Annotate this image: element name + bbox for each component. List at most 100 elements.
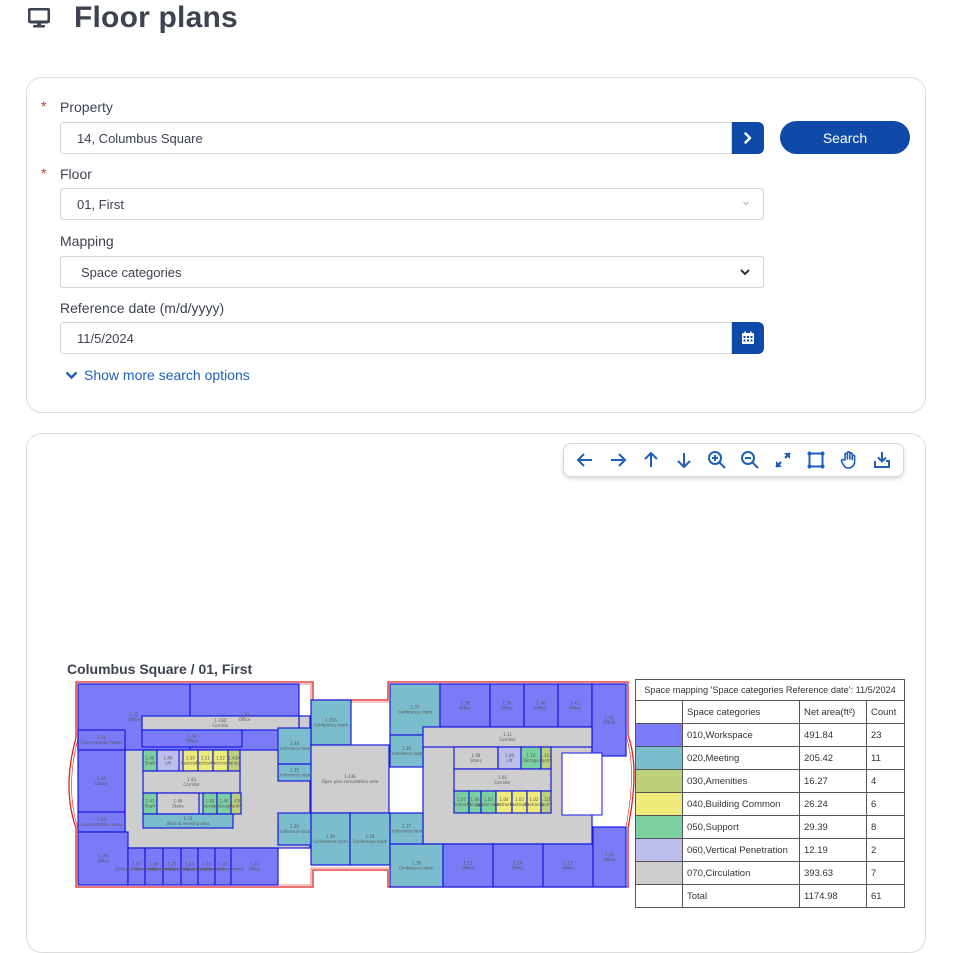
fit-view-button[interactable] [770, 447, 796, 473]
legend-count: 23 [866, 723, 905, 747]
legend-area: 393.63 [799, 861, 867, 885]
legend-caption: Space mapping 'Space categories Referenc… [635, 679, 905, 701]
legend-swatch [635, 746, 683, 770]
pan-right-button[interactable] [605, 447, 631, 473]
legend-count: 4 [866, 769, 905, 793]
chevron-right-icon [744, 132, 752, 144]
page-header: Floor plans [28, 0, 238, 36]
space-mapping-legend: Space mapping 'Space categories Referenc… [635, 679, 905, 908]
legend-category: 040,Building Common [682, 792, 800, 816]
legend-total-count: 61 [866, 884, 905, 908]
legend-swatch [635, 815, 683, 839]
legend-row: 050,Support 29.39 8 [635, 815, 905, 839]
reference-date-field[interactable]: 11/5/2024 [60, 322, 732, 354]
mapping-value: Space categories [81, 264, 182, 280]
room-name-label: Conference room [353, 839, 388, 844]
legend-total-row: Total 1174.98 61 [635, 884, 905, 908]
required-marker: * [41, 165, 47, 181]
room-name-label: Stairs [470, 758, 481, 763]
room-name-label: Stairs [172, 804, 183, 809]
legend-row: 040,Building Common 26.24 6 [635, 792, 905, 816]
download-icon [874, 452, 891, 468]
floor-label: Floor [60, 166, 92, 182]
room-name-label: Office [603, 720, 615, 725]
floor-value: 01, First [77, 196, 124, 212]
property-picker-button[interactable] [732, 122, 764, 154]
download-button[interactable] [869, 447, 895, 473]
select-area-button[interactable] [803, 447, 829, 473]
hand-icon [840, 451, 856, 469]
show-more-options-link[interactable]: Show more search options [65, 367, 250, 383]
room-name-label: Office [459, 706, 471, 711]
legend-row: 060,Vertical Penetration 12.19 2 [635, 838, 905, 862]
legend-swatch [635, 792, 683, 816]
legend-row: 070,Circulation 393.63 7 [635, 861, 905, 885]
room-name-label: Office [501, 706, 513, 711]
select-area-icon [807, 451, 825, 469]
chevron-down-icon [743, 201, 749, 206]
room-name-label: Pantry [228, 761, 241, 766]
legend-area: 205.42 [799, 746, 867, 770]
legend-swatch [635, 723, 683, 747]
floor-plan-title: Columbus Square / 01, First [67, 661, 253, 677]
pan-up-button[interactable] [638, 447, 664, 473]
legend-category: 010,Workspace [682, 723, 800, 747]
legend-header-category: Space categories [682, 700, 800, 724]
room-name-label: Office [186, 739, 198, 744]
legend-category: 070,Circulation [682, 861, 800, 885]
room-name-label: Corridor [499, 737, 516, 742]
room-name-label: Work & meeting area [167, 821, 210, 826]
room-name-label: Conference room [398, 710, 433, 715]
legend-area: 26.24 [799, 792, 867, 816]
date-picker-button[interactable] [732, 322, 764, 354]
pan-left-button[interactable] [572, 447, 598, 473]
legend-area: 491.84 [799, 723, 867, 747]
search-button[interactable]: Search [780, 121, 910, 154]
monitor-icon [28, 8, 50, 28]
legend-row: 020,Meeting 205.42 11 [635, 746, 905, 770]
property-field[interactable]: 14, Columbus Square [60, 122, 732, 154]
mapping-select[interactable]: Space categories [60, 256, 764, 288]
floor-plan-drawing[interactable]: 1.32Office1.33Office1.43DCorridor1.44Off… [65, 678, 635, 890]
legend-swatch-header [635, 700, 683, 724]
legend-total-area: 1174.98 [799, 884, 867, 908]
required-marker: * [41, 98, 47, 114]
legend-area: 29.39 [799, 815, 867, 839]
pan-down-button[interactable] [671, 447, 697, 473]
legend-row: 010,Workspace 491.84 23 [635, 723, 905, 747]
legend-row: 030,Amenities 16.27 4 [635, 769, 905, 793]
room-name-label: Office [562, 866, 574, 871]
room-name-label: Office [512, 866, 524, 871]
arrow-down-icon [677, 453, 691, 469]
room-name-label: Office [604, 857, 616, 862]
legend-area: 12.19 [799, 838, 867, 862]
floor-select[interactable]: 01, First [60, 188, 764, 220]
page-title: Floor plans [74, 1, 238, 34]
room-name-label: Pantry [540, 802, 553, 807]
room-name-label: Corridor [212, 723, 229, 728]
legend-total-label: Total [682, 884, 800, 908]
room-name-label: Corridor [183, 782, 200, 787]
pan-tool-button[interactable] [836, 447, 862, 473]
room-name-label: Conference room [399, 866, 434, 871]
arrow-up-icon [644, 451, 658, 467]
room-name-label: Office [569, 706, 581, 711]
room-name-label: Office [239, 717, 251, 722]
legend-count: 2 [866, 838, 905, 862]
expand-icon [775, 452, 791, 468]
search-panel: * Property 14, Columbus Square Search * … [26, 77, 926, 413]
arrow-right-icon [610, 453, 627, 467]
room-name-label: Conference room [277, 746, 312, 751]
legend-swatch [635, 838, 683, 862]
property-value: 14, Columbus Square [77, 130, 203, 146]
legend-swatch [635, 769, 683, 793]
zoom-out-button[interactable] [737, 447, 763, 473]
room-name-label: Office [535, 706, 547, 711]
room-name-label: Pantry [540, 758, 553, 763]
room-name-label: Shaft [145, 804, 156, 809]
room-name-label: Conference room [314, 723, 349, 728]
floor-plan-panel: Columbus Square / 01, First 1.32 Office 1.… [26, 433, 926, 953]
legend-count: 11 [866, 746, 905, 770]
zoom-in-button[interactable] [704, 447, 730, 473]
chevron-down-icon [65, 371, 78, 380]
